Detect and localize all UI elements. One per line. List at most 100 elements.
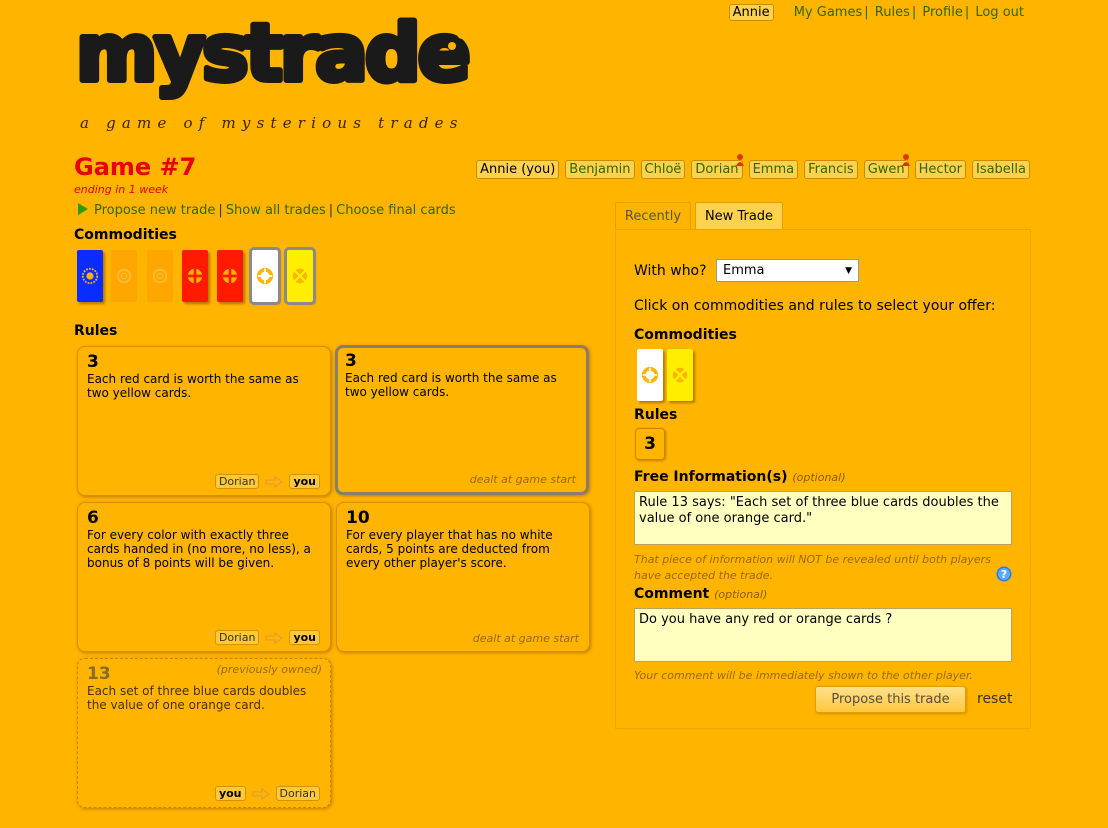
rule-text: For every player that has no white cards…: [346, 528, 553, 570]
offer-card-yellow[interactable]: [667, 349, 693, 401]
commodity-card-yellow[interactable]: [284, 247, 316, 305]
rule-card[interactable]: 6 For every color with exactly three car…: [77, 502, 331, 652]
player-chip-benjamin[interactable]: Benjamin: [565, 160, 635, 179]
rule-number: 10: [346, 508, 370, 528]
game-ending-info: ending in 1 week: [74, 183, 169, 196]
trade-partner-value: Emma: [723, 263, 765, 278]
choose-final-cards-link[interactable]: Choose final cards: [336, 203, 456, 218]
lifebuoy-icon: [641, 366, 659, 384]
commodity-card-white[interactable]: [249, 247, 281, 305]
wheel-icon: [292, 268, 308, 284]
commodity-card-red[interactable]: [217, 250, 243, 302]
commodities-heading: Commodities: [74, 227, 177, 243]
player-list: Annie (you) Benjamin Chloë Dorian Emma F…: [476, 154, 1030, 179]
propose-trade-button[interactable]: Propose this trade: [815, 686, 966, 713]
player-chip-gwen[interactable]: Gwen: [863, 154, 910, 179]
ring-icon: [116, 268, 132, 284]
rule-text: For every color with exactly three cards…: [87, 528, 311, 570]
play-arrow-icon: [78, 203, 88, 215]
optional-hint: (optional): [792, 471, 846, 484]
comment-title: Comment: [634, 586, 710, 602]
previously-owned-note: (previously owned): [216, 663, 322, 676]
link-separator: |: [328, 203, 334, 218]
player-chip-isabella[interactable]: Isabella: [971, 160, 1030, 179]
to-player-chip: Dorian: [275, 786, 320, 801]
rule-number: 6: [87, 508, 99, 528]
tab-recently[interactable]: Recently: [615, 202, 691, 229]
from-player-chip: Dorian: [214, 630, 260, 645]
offer-instructions: Click on commodities and rules to select…: [634, 298, 996, 314]
pawn-icon: [901, 154, 910, 166]
comment-label: Comment (optional): [634, 586, 767, 602]
wheel-icon: [672, 367, 688, 383]
nav-separator: |: [964, 5, 970, 20]
show-all-trades-link[interactable]: Show all trades: [226, 203, 326, 218]
rules-heading: Rules: [74, 323, 118, 339]
help-icon[interactable]: ?: [996, 566, 1012, 582]
commodity-card-blue[interactable]: [77, 250, 103, 302]
player-chip-hector[interactable]: Hector: [914, 160, 966, 179]
sun-icon: [81, 267, 99, 285]
nav-profile-link[interactable]: Profile: [922, 5, 962, 20]
tagline: a game of mysterious trades: [80, 114, 464, 132]
arrow-right-icon: [265, 631, 284, 644]
ring-icon: [152, 268, 168, 284]
to-player-chip: you: [289, 630, 320, 645]
dealt-note: dealt at game start: [469, 473, 576, 486]
nav-rules-link[interactable]: Rules: [875, 5, 910, 20]
comment-input[interactable]: Do you have any red or orange cards ?: [634, 608, 1012, 662]
player-chip-francis[interactable]: Francis: [804, 160, 858, 179]
player-chip-dorian[interactable]: Dorian: [691, 154, 744, 179]
player-chip-chloe[interactable]: Chloë: [640, 160, 686, 179]
cross-circle-icon: [187, 268, 203, 284]
rule-provenance: you Dorian: [214, 786, 320, 801]
offer-commodities-heading: Commodities: [634, 327, 737, 343]
from-player-chip: Dorian: [214, 474, 260, 489]
game-actions: Propose new trade | Show all trades | Choose…: [78, 203, 456, 218]
comment-note: Your comment will be immediately shown t…: [634, 669, 973, 682]
to-player-chip: you: [289, 474, 320, 489]
pawn-icon: [735, 154, 744, 166]
from-player-chip: you: [214, 786, 246, 801]
current-user-chip: Annie: [728, 4, 774, 21]
logo-wordmark: mystrade: [76, 12, 468, 99]
lifebuoy-icon: [256, 267, 274, 285]
commodity-card-red[interactable]: [182, 250, 208, 302]
commodity-card-orange[interactable]: [147, 250, 173, 302]
dealt-note: dealt at game start: [472, 632, 579, 645]
rule-provenance: dealt at game start: [470, 473, 576, 486]
rule-card-selected[interactable]: 3 Each red card is worth the same as two…: [335, 345, 589, 495]
rule-card[interactable]: 3 Each red card is worth the same as two…: [77, 346, 331, 496]
offer-rule-chip[interactable]: 3: [635, 428, 665, 460]
rule-text: Each red card is worth the same as two y…: [87, 372, 299, 400]
mystrade-logo[interactable]: mystrade: [74, 12, 484, 108]
player-name: Dorian: [695, 162, 739, 177]
svg-text:?: ?: [1001, 568, 1007, 581]
arrow-right-icon: [251, 787, 270, 800]
nav-my-games-link[interactable]: My Games: [794, 5, 863, 20]
propose-new-trade-link[interactable]: Propose new trade: [94, 203, 215, 218]
rule-provenance: Dorian you: [214, 630, 320, 645]
rule-card[interactable]: 10 For every player that has no white ca…: [336, 502, 590, 652]
reset-link[interactable]: reset: [977, 691, 1012, 707]
offer-card-white[interactable]: [637, 349, 663, 401]
arrow-right-icon: [265, 475, 284, 488]
tab-new-trade[interactable]: New Trade: [695, 202, 783, 230]
free-information-note: That piece of information will NOT be re…: [634, 553, 991, 582]
offer-rules-heading: Rules: [634, 407, 678, 423]
commodity-card-orange[interactable]: [111, 250, 137, 302]
cross-circle-icon: [222, 268, 238, 284]
rule-provenance: Dorian you: [214, 474, 320, 489]
rule-number: 3: [87, 352, 99, 372]
nav-logout-link[interactable]: Log out: [975, 5, 1024, 20]
free-information-title: Free Information(s): [634, 469, 788, 485]
rule-card-previously-owned: (previously owned) 13 Each set of three …: [77, 658, 331, 808]
free-information-label: Free Information(s) (optional): [634, 469, 846, 485]
trade-partner-select[interactable]: Emma ▼: [716, 259, 859, 282]
nav-separator: |: [911, 5, 917, 20]
player-chip-emma[interactable]: Emma: [748, 160, 799, 179]
rule-text: Each red card is worth the same as two y…: [345, 371, 557, 399]
rule-text: Each set of three blue cards doubles the…: [87, 684, 307, 712]
rule-provenance: dealt at game start: [473, 632, 579, 645]
free-information-input[interactable]: Rule 13 says: "Each set of three blue ca…: [634, 491, 1012, 545]
